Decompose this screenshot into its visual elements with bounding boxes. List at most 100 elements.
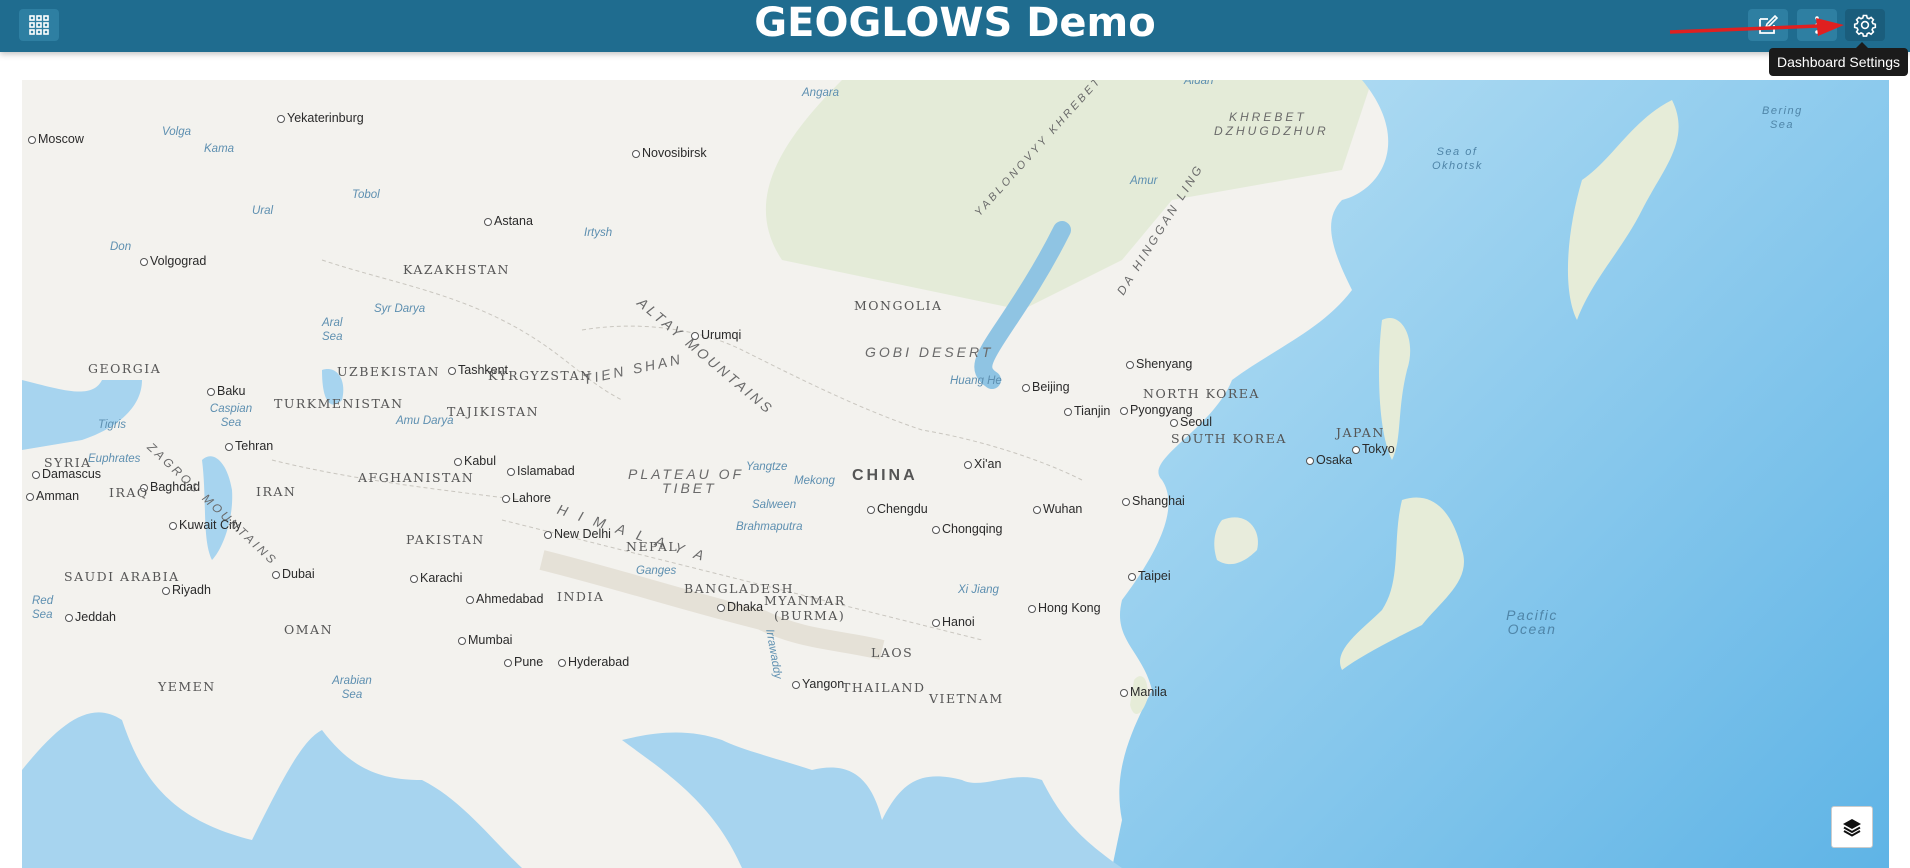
water-label-tigris: Tigris xyxy=(98,419,127,431)
water-label-irtysh: Irtysh xyxy=(584,227,613,239)
city-label-volgograd: Volgograd xyxy=(140,254,206,268)
water-label-aral-sea: Aral Sea xyxy=(322,317,343,343)
city-label-mumbai: Mumbai xyxy=(458,633,512,647)
ocean-label-sea-of-okhotsk: Sea of Okhotsk xyxy=(1432,146,1483,172)
city-label-tehran: Tehran xyxy=(225,439,273,453)
layers-icon xyxy=(1843,819,1861,837)
water-label-angara: Angara xyxy=(802,87,840,99)
water-label-yangtze: Yangtze xyxy=(746,461,788,473)
water-label-ural: Ural xyxy=(252,205,274,217)
city-label-lahore: Lahore xyxy=(502,491,551,505)
ocean-label-pacific-ocean: Pacific Ocean xyxy=(1506,607,1558,637)
water-label-don: Don xyxy=(110,241,132,253)
physical-label-dzhugdzhur: DZHUGDZHUR xyxy=(1214,124,1329,138)
water-label-xi-jiang: Xi Jiang xyxy=(958,584,999,596)
country-label-georgia: GEORGIA xyxy=(88,361,162,376)
physical-label-plateau: PLATEAU OF xyxy=(628,466,745,482)
city-label-yangon: Yangon xyxy=(792,677,844,691)
city-label-hanoi: Hanoi xyxy=(932,615,975,629)
ocean-label-bering-sea: Bering Sea xyxy=(1762,105,1803,131)
country-label-iran: IRAN xyxy=(256,484,297,499)
city-label-shenyang: Shenyang xyxy=(1126,357,1192,371)
country-label-yemen: YEMEN xyxy=(158,679,216,694)
country-label-tajikistan: TAJIKISTAN xyxy=(447,404,540,419)
country-label-pakistan: PAKISTAN xyxy=(406,532,485,547)
physical-label-khrebet: KHREBET xyxy=(1229,110,1307,124)
city-label-kabul: Kabul xyxy=(454,454,496,468)
country-label-myanmar: MYANMAR xyxy=(764,593,846,608)
country-label-vietnam: VIETNAM xyxy=(929,691,1004,706)
city-label-tokyo: Tokyo xyxy=(1352,442,1395,456)
country-label-laos: LAOS xyxy=(871,645,914,660)
water-label-amur: Amur xyxy=(1130,175,1158,187)
city-label-baku: Baku xyxy=(207,384,246,398)
water-label-volga: Volga xyxy=(162,126,191,138)
city-label-karachi: Karachi xyxy=(410,571,462,585)
water-label-arabian-sea: Arabian Sea xyxy=(332,675,372,701)
water-label-salween: Salween xyxy=(752,499,797,511)
city-label-jeddah: Jeddah xyxy=(65,610,116,624)
city-label-yekaterinburg: Yekaterinburg xyxy=(277,111,364,125)
city-label-wuhan: Wuhan xyxy=(1033,502,1082,516)
city-label-ahmedabad: Ahmedabad xyxy=(466,592,543,606)
water-label-kama: Kama xyxy=(204,143,235,155)
app-header: GEOGLOWS Demo xyxy=(0,0,1910,52)
water-label-caspian-sea: Caspian Sea xyxy=(209,403,253,429)
map-view[interactable]: Moscow Yekaterinburg Novosibirsk Astana … xyxy=(22,80,1889,868)
city-label-islamabad: Islamabad xyxy=(507,464,575,478)
city-label-novosibirsk: Novosibirsk xyxy=(632,146,707,160)
city-label-pune: Pune xyxy=(504,655,543,669)
physical-label-gobi: GOBI DESERT xyxy=(865,344,994,360)
country-label-uzbekistan: UZBEKISTAN xyxy=(337,364,440,379)
country-label-syria: SYRIA xyxy=(44,455,92,470)
water-label-mekong: Mekong xyxy=(794,475,835,487)
country-label-south-korea: SOUTH KOREA xyxy=(1171,431,1287,446)
city-label-riyadh: Riyadh xyxy=(162,583,211,597)
water-label-amu-darya: Amu Darya xyxy=(396,415,454,427)
city-label-hong-kong: Hong Kong xyxy=(1028,601,1101,615)
water-label-ganges: Ganges xyxy=(636,565,677,577)
country-label-kyrgyzstan: KYRGYZSTAN xyxy=(488,368,593,383)
country-label-turkmenistan: TURKMENISTAN xyxy=(274,396,404,411)
country-label-saudi-arabia: SAUDI ARABIA xyxy=(64,569,180,584)
city-label-beijing: Beijing xyxy=(1022,380,1070,394)
country-label-kazakhstan: KAZAKHSTAN xyxy=(403,262,510,277)
water-label-red-sea: Red Sea xyxy=(32,595,54,621)
city-label-chongqing: Chongqing xyxy=(932,522,1002,536)
water-label-syr-darya: Syr Darya xyxy=(374,303,426,315)
country-label-china: CHINA xyxy=(852,467,918,484)
city-label-dubai: Dubai xyxy=(272,567,315,581)
country-label-iraq: IRAQ xyxy=(109,485,149,500)
city-label-shanghai: Shanghai xyxy=(1122,494,1185,508)
water-label-tobol: Tobol xyxy=(352,189,380,201)
city-label-hyderabad: Hyderabad xyxy=(558,655,629,669)
dashboard-settings-button[interactable] xyxy=(1845,9,1885,41)
country-label-oman: OMAN xyxy=(284,622,334,637)
gear-icon xyxy=(1853,14,1877,37)
city-label-moscow: Moscow xyxy=(28,132,84,146)
city-label-dhaka: Dhaka xyxy=(717,600,763,614)
water-label-aldan: Aldan xyxy=(1184,80,1214,87)
dashboard-settings-tooltip: Dashboard Settings xyxy=(1769,42,1908,76)
city-label-chengdu: Chengdu xyxy=(867,502,928,516)
city-label-taipei: Taipei xyxy=(1128,569,1171,583)
city-label-xian: Xi'an xyxy=(964,457,1001,471)
city-label-osaka: Osaka xyxy=(1306,453,1352,467)
city-label-astana: Astana xyxy=(484,214,533,228)
country-label-japan: JAPAN xyxy=(1336,425,1385,440)
water-label-huang-he: Huang He xyxy=(950,375,1002,387)
country-label-thailand: THAILAND xyxy=(842,680,926,695)
country-label-afghanistan: AFGHANISTAN xyxy=(358,470,475,485)
basemap xyxy=(22,80,1889,868)
country-label-north-korea: NORTH KOREA xyxy=(1143,386,1260,401)
water-label-brahmaputra: Brahmaputra xyxy=(736,521,803,533)
page-title: GEOGLOWS Demo xyxy=(754,0,1156,46)
city-label-amman: Amman xyxy=(26,489,79,503)
annotation-arrow xyxy=(1669,18,1844,36)
city-label-tianjin: Tianjin xyxy=(1064,404,1110,418)
country-label-burma: (BURMA) xyxy=(774,608,846,623)
country-label-mongolia: MONGOLIA xyxy=(854,298,943,313)
physical-label-tibet: TIBET xyxy=(662,480,717,496)
city-label-manila: Manila xyxy=(1120,685,1167,699)
layers-button[interactable] xyxy=(1831,806,1873,848)
